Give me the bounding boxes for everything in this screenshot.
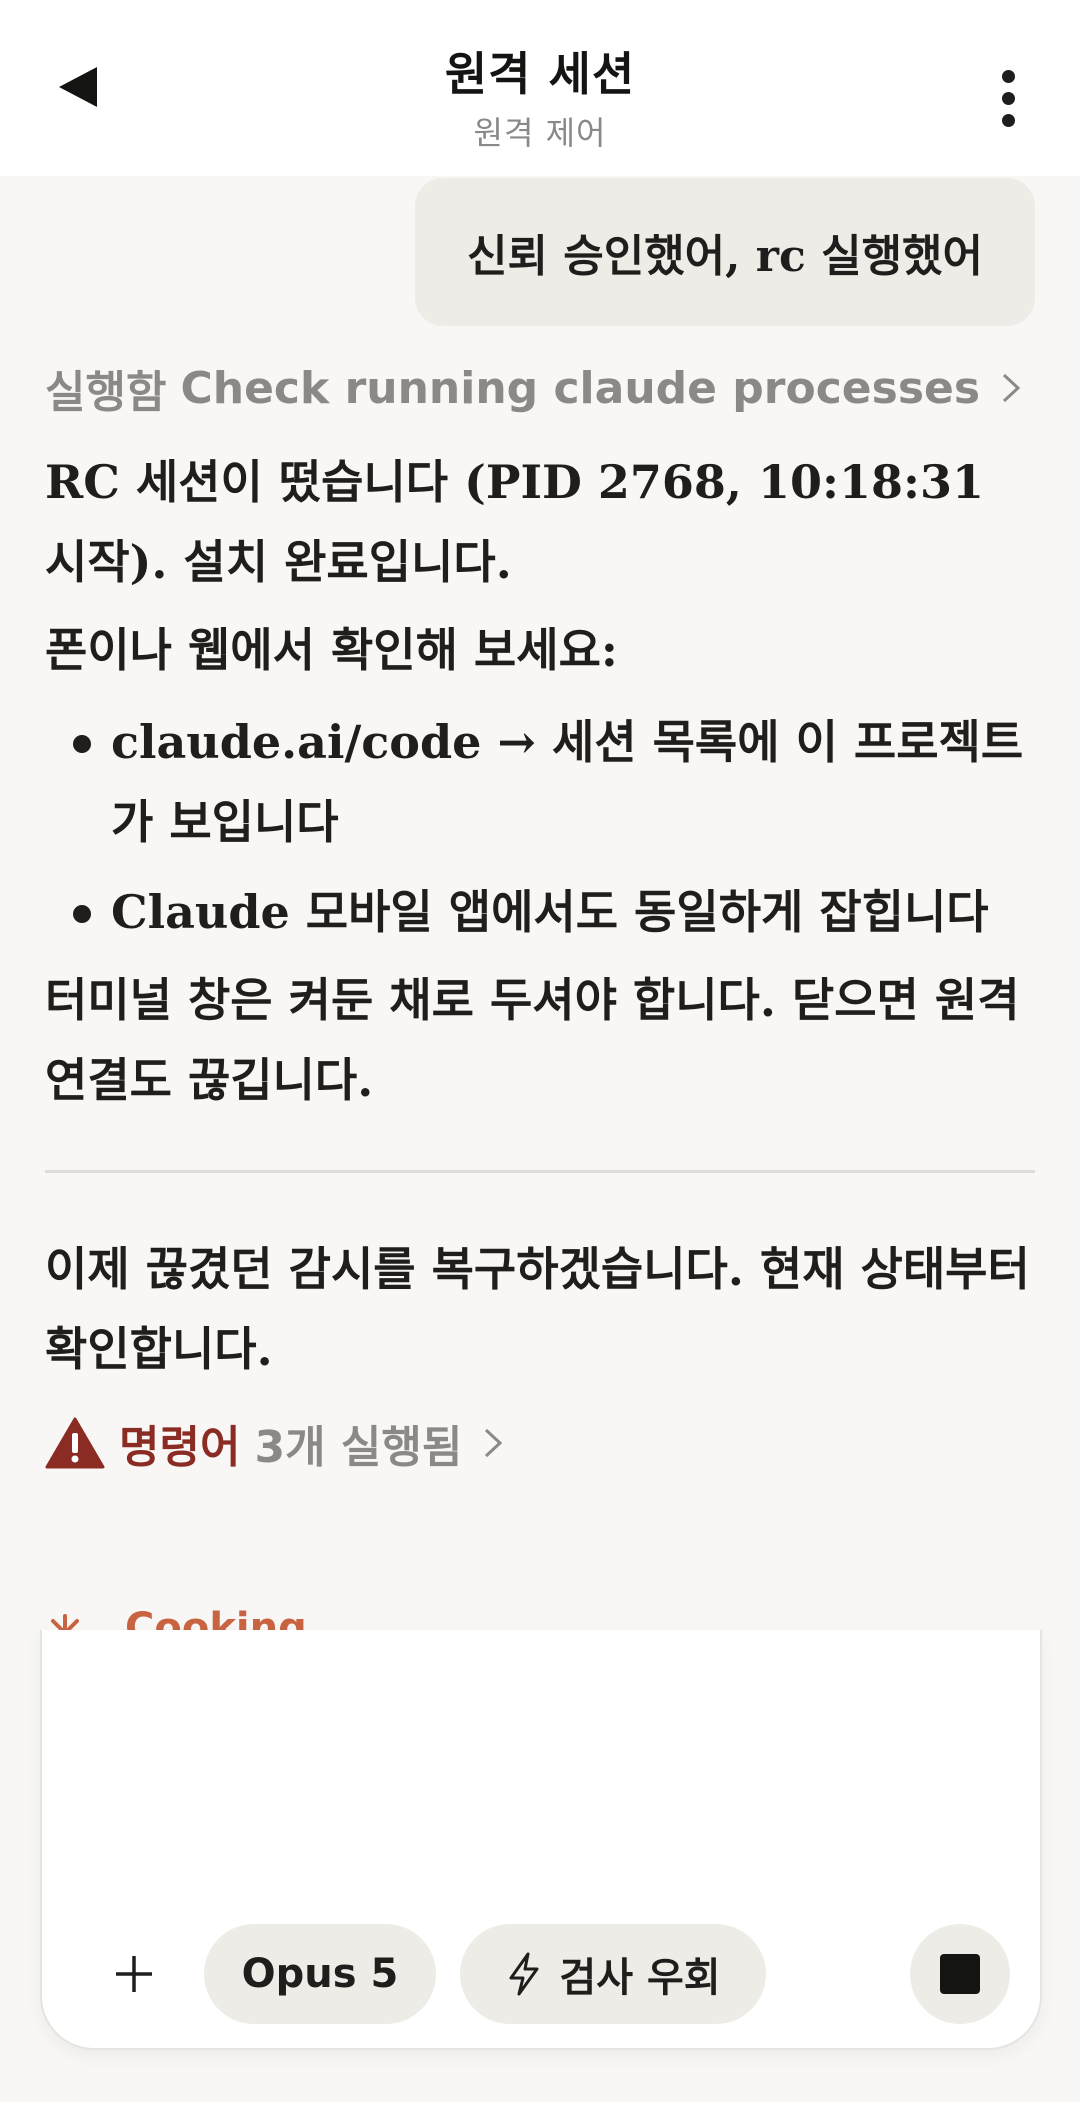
tool-call-row[interactable]: 실행함 Check running claude processes: [45, 350, 1035, 426]
title-block: 원격 세션 원격 제어: [240, 38, 840, 154]
more-vertical-icon: [1001, 69, 1015, 83]
tool-call-prefix: 실행함: [45, 367, 167, 418]
warning-triangle-icon: [45, 1417, 105, 1469]
composer-toolbar: Opus 5 검사 우회: [42, 1922, 1040, 2026]
commands-run-row[interactable]: 명령어 3개 실행됨: [45, 1403, 1035, 1483]
more-options-button[interactable]: [980, 60, 1036, 136]
response-paragraph: RC 세션이 떴습니다 (PID 2768, 10:18:31 시작). 설치 …: [45, 455, 984, 589]
app-screen: 원격 세션 원격 제어 신뢰 승인했어, rc 실행했어 실행함 Check r…: [0, 0, 1080, 2102]
commands-label: 명령어: [119, 1422, 241, 1473]
tool-call-label: Check running claude processes: [180, 362, 981, 414]
stop-button[interactable]: [910, 1924, 1010, 2024]
divider: [45, 1170, 1035, 1173]
page-title: 원격 세션: [444, 47, 636, 101]
response-paragraph: 폰이나 웹에서 확인해 보세요:: [45, 623, 618, 677]
page-subtitle: 원격 제어: [473, 114, 607, 152]
model-selector-button[interactable]: Opus 5: [204, 1924, 436, 2024]
user-message-text: 신뢰 승인했어, rc 실행했어: [466, 231, 984, 282]
assistant-response: 실행함 Check running claude processes RC 세션…: [45, 350, 1035, 1483]
back-arrow-icon: [59, 67, 97, 107]
lightning-icon: [509, 1952, 539, 1996]
plus-icon: [116, 1956, 152, 1992]
commands-count: 3개 실행됨: [254, 1422, 463, 1473]
response-paragraph: 이제 끊겼던 감시를 복구하겠습니다. 현재 상태부터 확인합니다.: [45, 1242, 1030, 1376]
bullet-list: claude.ai/code → 세션 목록에 이 프로젝트가 보입니다 Cla…: [45, 702, 1035, 952]
add-attachment-button[interactable]: [94, 1934, 174, 2014]
stop-icon: [940, 1954, 980, 1994]
response-paragraph: 터미널 창은 켜둔 채로 두셔야 합니다. 닫으면 원격 연결도 끊깁니다.: [45, 973, 1020, 1107]
list-item: Claude 모바일 앱에서도 동일하게 잡힙니다: [45, 872, 1035, 952]
chevron-right-icon: [1003, 373, 1021, 403]
back-button[interactable]: [44, 54, 110, 120]
list-item: claude.ai/code → 세션 목록에 이 프로젝트가 보입니다: [45, 702, 1035, 862]
permission-mode-button[interactable]: 검사 우회: [460, 1924, 766, 2024]
user-message-bubble: 신뢰 승인했어, rc 실행했어: [415, 178, 1035, 326]
model-label: Opus 5: [241, 1951, 399, 1997]
chevron-right-icon: [485, 1428, 503, 1458]
message-input[interactable]: [42, 1630, 1040, 1870]
top-bar: 원격 세션 원격 제어: [0, 0, 1080, 176]
permission-mode-label: 검사 우회: [559, 1955, 721, 2001]
composer-panel: Opus 5 검사 우회: [40, 1630, 1042, 2050]
